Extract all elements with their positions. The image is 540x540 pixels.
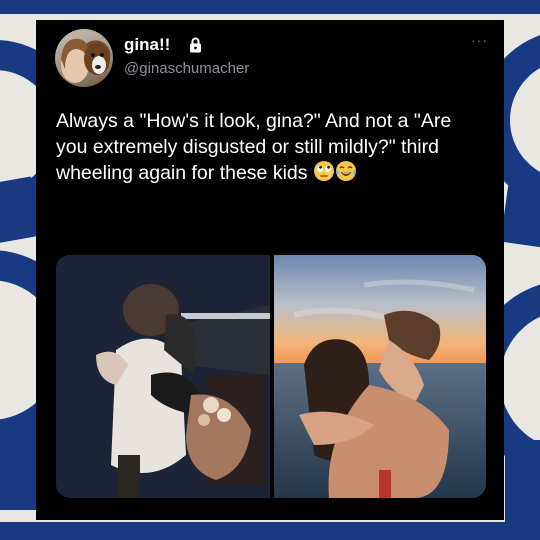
tweet-text: Always a "How's it look, gina?" And not … xyxy=(56,108,488,189)
photo-hug-night[interactable] xyxy=(56,255,270,498)
photo-grid xyxy=(56,255,486,498)
photo-hug-night-image xyxy=(56,255,270,498)
background-band xyxy=(0,430,36,510)
photo-kiss-sunset[interactable] xyxy=(274,255,486,498)
user-handle[interactable]: @ginaschumacher xyxy=(124,60,249,77)
avatar[interactable] xyxy=(55,29,113,87)
background-band xyxy=(505,440,540,530)
face-with-rolling-eyes-icon xyxy=(313,160,335,189)
background-band-top xyxy=(0,0,540,14)
lock-icon xyxy=(189,37,202,58)
tweet-body: Always a "How's it look, gina?" And not … xyxy=(56,110,452,184)
tweet-card[interactable]: gina!! @ginaschumacher ··· Always a "How… xyxy=(36,20,504,520)
more-options-icon[interactable]: ··· xyxy=(471,32,488,48)
background-band-bottom xyxy=(0,522,540,540)
display-name[interactable]: gina!! xyxy=(124,35,170,55)
photo-kiss-sunset-image xyxy=(274,255,486,498)
face-with-tears-of-joy-icon xyxy=(335,160,357,189)
avatar-image xyxy=(61,38,110,83)
